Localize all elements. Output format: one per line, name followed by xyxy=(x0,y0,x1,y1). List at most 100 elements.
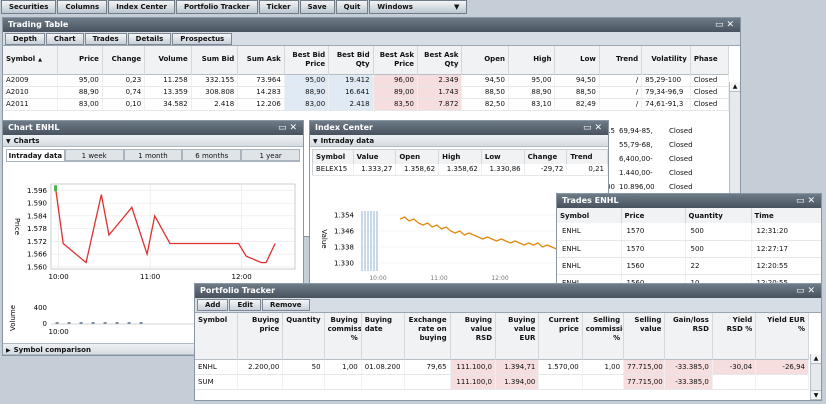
table-cell: 1.440,00- xyxy=(619,169,653,177)
tab-1-year[interactable]: 1 year xyxy=(241,149,300,161)
col-header[interactable]: Symbol ▲ xyxy=(3,46,59,74)
table-row[interactable]: ENHL 1570 500 12:31:20 xyxy=(557,223,821,241)
table-row[interactable]: ENHL 1560 22 12:20:55 xyxy=(557,257,821,275)
close-icon[interactable]: ✕ xyxy=(594,123,605,133)
table-row[interactable]: 55,79-68, Closed xyxy=(589,138,729,152)
windows-dropdown[interactable]: Windows ▼ xyxy=(369,0,468,14)
col-header[interactable]: Best Ask Price xyxy=(373,46,419,74)
table-cell: 1.333,27 xyxy=(353,163,397,176)
col-header[interactable]: Exchange rate on buying xyxy=(404,313,451,359)
tab-depth[interactable]: Depth xyxy=(5,33,45,45)
scroll-down-icon[interactable]: ▼ xyxy=(811,390,821,400)
edit-button[interactable]: Edit xyxy=(229,299,261,311)
table-row[interactable]: SUM 111.100,0 1.394,00 77.715,00 -33.385,0 xyxy=(195,374,809,390)
col-header[interactable]: Change xyxy=(102,46,146,74)
col-header[interactable]: Symbol xyxy=(195,313,238,359)
col-header[interactable]: High xyxy=(508,46,556,74)
portfolio-scrollbar[interactable]: ▲ ▼ xyxy=(810,354,821,400)
col-header[interactable]: Symbol xyxy=(312,149,354,164)
restore-icon[interactable]: ▭ xyxy=(715,20,727,30)
col-header[interactable]: Buying commission % xyxy=(324,313,362,359)
menu-securities[interactable]: Securities xyxy=(1,0,57,14)
col-header[interactable]: Quantity xyxy=(282,313,325,359)
tab-prospectus[interactable]: Prospectus xyxy=(172,33,233,45)
col-header[interactable]: Sum Bid xyxy=(191,46,239,74)
table-cell: 1.358,62 xyxy=(395,163,440,176)
close-icon[interactable]: ✕ xyxy=(289,123,300,133)
remove-button[interactable]: Remove xyxy=(262,299,310,311)
col-header[interactable]: Low xyxy=(554,46,600,74)
col-header[interactable]: Trend xyxy=(566,149,608,164)
col-header[interactable]: Buying date xyxy=(361,313,406,359)
col-header[interactable]: Best Bid Price xyxy=(284,46,330,74)
close-icon[interactable]: ✕ xyxy=(807,196,818,206)
col-header[interactable]: Gain/loss RSD xyxy=(664,313,713,359)
col-header-label: Best Ask Price xyxy=(379,50,414,68)
close-icon[interactable]: ✕ xyxy=(726,20,737,30)
tab-1-month[interactable]: 1 month xyxy=(123,149,183,161)
charts-section-header[interactable]: ▼ Charts xyxy=(3,135,303,147)
menu-quit[interactable]: Quit xyxy=(335,0,369,14)
col-header-label: Volatility xyxy=(651,55,687,64)
restore-icon[interactable]: ▭ xyxy=(583,123,595,133)
table-row[interactable]: 49,0010.896,00Closed xyxy=(589,180,729,194)
close-icon[interactable]: ✕ xyxy=(807,286,818,296)
col-header[interactable]: Low xyxy=(481,149,525,164)
col-header[interactable]: Trend xyxy=(599,46,643,74)
col-header[interactable]: Buying value EUR xyxy=(495,313,540,359)
col-header[interactable]: Quantity xyxy=(685,208,752,223)
menu-ticker[interactable]: Ticker xyxy=(258,0,299,14)
tab-details[interactable]: Details xyxy=(127,33,172,45)
tab-intraday-data[interactable]: Intraday data xyxy=(6,149,65,161)
col-header[interactable]: Buying price xyxy=(237,313,284,359)
col-header[interactable]: Yield EUR % xyxy=(755,313,809,359)
col-header[interactable]: Symbol xyxy=(557,208,622,223)
col-header[interactable]: Volume xyxy=(144,46,192,74)
menu-save[interactable]: Save xyxy=(299,0,335,14)
tab-6-months[interactable]: 6 months xyxy=(182,149,242,161)
table-row[interactable]: 6,400,00- Closed xyxy=(589,152,729,166)
col-header[interactable]: Time xyxy=(751,208,821,223)
table-row[interactable]: BELEX15 1.333,27 1.358,62 1.358,62 1.330,86-… xyxy=(312,163,608,176)
col-header[interactable]: Phase xyxy=(690,46,730,74)
col-header[interactable]: Selling value xyxy=(623,313,666,359)
table-row[interactable]: ENHL 1570 500 12:27:17 xyxy=(557,240,821,258)
table-cell: 11.258 xyxy=(144,74,192,87)
tab-chart[interactable]: Chart xyxy=(45,33,84,45)
col-header[interactable]: Price xyxy=(57,46,103,74)
restore-icon[interactable]: ▭ xyxy=(278,123,290,133)
col-header[interactable]: Best Ask Qty xyxy=(417,46,463,74)
table-row[interactable]: A2010 88,90 0,74 13.359 308.808 14.283 88,90 16… xyxy=(3,86,730,99)
add-button[interactable]: Add xyxy=(197,299,229,311)
table-row[interactable]: A2009 95,00 0,23 11.258 332.155 73.964 95,00 19… xyxy=(3,74,730,87)
restore-icon[interactable]: ▭ xyxy=(796,196,808,206)
table-cell: ENHL xyxy=(557,257,622,275)
menu-index-center[interactable]: Index Center xyxy=(108,0,175,14)
col-header[interactable]: Open xyxy=(461,46,509,74)
tab-1-week[interactable]: 1 week xyxy=(64,149,124,161)
tab-trades[interactable]: Trades xyxy=(84,33,127,45)
scroll-up-icon[interactable]: ▲ xyxy=(730,82,740,92)
col-header[interactable]: Yield RSD % xyxy=(712,313,757,359)
intraday-section-header[interactable]: ▼ Intraday data xyxy=(310,135,608,147)
col-header[interactable]: Volatility xyxy=(641,46,691,74)
col-header[interactable]: Buying value RSD xyxy=(450,313,497,359)
table-row[interactable]: A2011 83,00 0,10 34.582 2.418 12.206 83,00 2.41… xyxy=(3,98,730,111)
col-header[interactable]: High xyxy=(438,149,482,164)
scroll-up-icon[interactable]: ▲ xyxy=(811,354,821,364)
col-header[interactable]: Change xyxy=(524,149,568,164)
menu-portfolio-tracker[interactable]: Portfolio Tracker xyxy=(175,0,258,14)
col-header[interactable]: Sum Ask xyxy=(237,46,285,74)
col-header[interactable]: Current price xyxy=(538,313,583,359)
col-header[interactable]: Best Bid Qty xyxy=(328,46,374,74)
table-row[interactable]: 1.440,00- Closed xyxy=(589,166,729,180)
restore-icon[interactable]: ▭ xyxy=(796,286,808,296)
table-row[interactable]: ENHL 2.200,00 50 1,00 01.08.200 79,65 111.100,… xyxy=(195,359,809,375)
col-header[interactable]: Value xyxy=(353,149,397,164)
col-header[interactable]: Price xyxy=(621,208,686,223)
table-cell: 1.743 xyxy=(417,86,463,99)
menu-columns[interactable]: Columns xyxy=(57,0,108,14)
col-header[interactable]: Open xyxy=(395,149,440,164)
table-row[interactable]: -0,1569,94-85,Closed xyxy=(589,124,729,138)
col-header[interactable]: Selling commission % xyxy=(582,313,625,359)
